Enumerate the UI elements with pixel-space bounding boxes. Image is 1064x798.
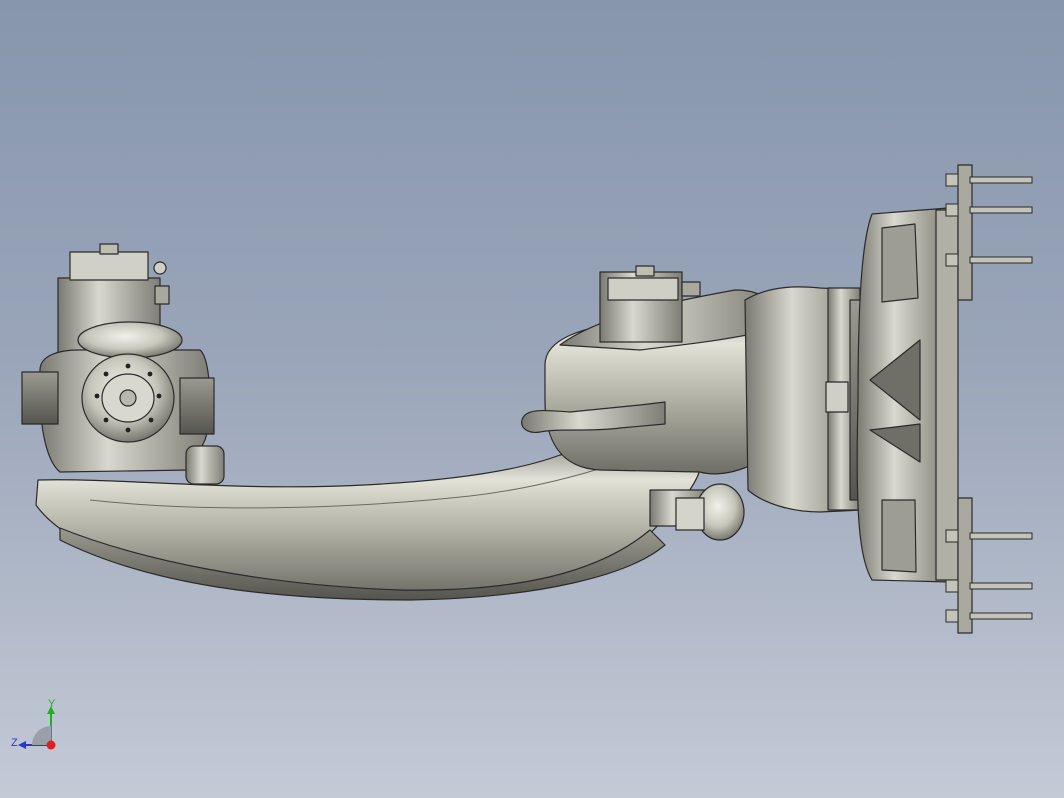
base-flange-window-top [881, 223, 919, 303]
triad-x-axis [46, 740, 56, 750]
wrist-disc-center [119, 389, 137, 407]
triad-z-label: Z [11, 737, 18, 749]
wrist-side-left [21, 371, 59, 425]
shoulder-motor-top [635, 265, 655, 277]
linkage-plate [675, 497, 705, 531]
robot-arm-model[interactable] [0, 0, 1064, 798]
cad-viewport[interactable]: Y Z [0, 0, 1064, 798]
wrist-side-right [179, 377, 215, 435]
base-ring-tab [825, 381, 849, 413]
wrist-top-cap [77, 321, 183, 359]
elbow-motor-cap [69, 251, 149, 281]
triad-y-label: Y [48, 698, 56, 710]
coordinate-triad: Y Z [11, 698, 56, 750]
mount-block-top [957, 164, 973, 301]
base-flange-window-bottom [881, 499, 917, 573]
elbow-motor-top [99, 243, 119, 255]
elbow-motor-plug [154, 285, 170, 305]
elbow-motor-knob [153, 261, 167, 275]
wrist-foot [185, 445, 225, 485]
shoulder-motor-plug [681, 281, 701, 297]
shoulder-motor-cap [607, 277, 679, 301]
